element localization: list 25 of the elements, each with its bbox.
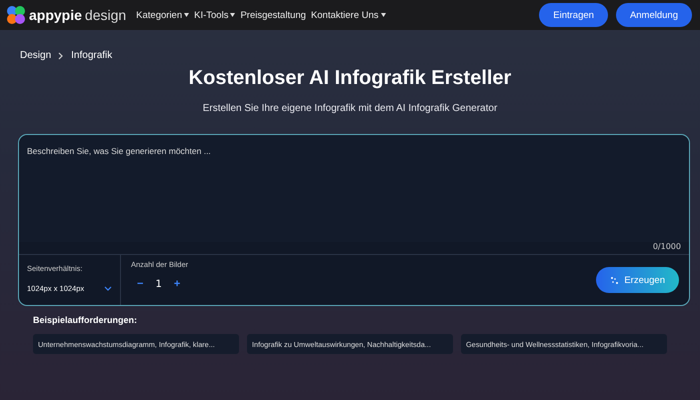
image-count-value: 1: [155, 278, 162, 290]
nav-menu-item[interactable]: Kontaktiere Uns: [310, 10, 386, 20]
chevron-right-icon: [58, 52, 64, 60]
decrement-button[interactable]: −: [137, 278, 144, 290]
nav-menu-item[interactable]: Kategorien: [136, 10, 190, 20]
nav-menu-item[interactable]: Preisgestaltung: [240, 10, 306, 20]
breadcrumb-link[interactable]: Infografik: [71, 50, 112, 61]
sparkle-icon: [610, 276, 620, 284]
breadcrumb-link[interactable]: Design: [20, 50, 52, 61]
nav-menu-item[interactable]: KI-Tools: [194, 10, 236, 20]
prompt-input[interactable]: Beschreiben Sie, was Sie generieren möchten ...: [19, 135, 689, 242]
caret-icon: [380, 13, 386, 17]
page-subtitle: Erstellen Sie Ihre eigene Infografik mit dem AI Infografik Generator: [202, 103, 498, 114]
chevron-down-icon: [104, 286, 112, 291]
nav-button[interactable]: Eintragen: [539, 3, 608, 27]
logo-text[interactable]: design: [84, 7, 126, 23]
caret-icon: [230, 13, 236, 17]
character-counter: 0/1000: [652, 242, 682, 253]
examples-heading: Beispielaufforderungen:: [33, 315, 138, 325]
nav-button[interactable]: Anmeldung: [616, 3, 692, 27]
increment-button[interactable]: +: [174, 278, 180, 290]
page-title: Kostenloser AI Infografik Ersteller: [188, 67, 512, 90]
logo-icon: [6, 5, 26, 25]
caret-icon: [184, 13, 190, 17]
logo-text[interactable]: appypie: [29, 7, 82, 23]
